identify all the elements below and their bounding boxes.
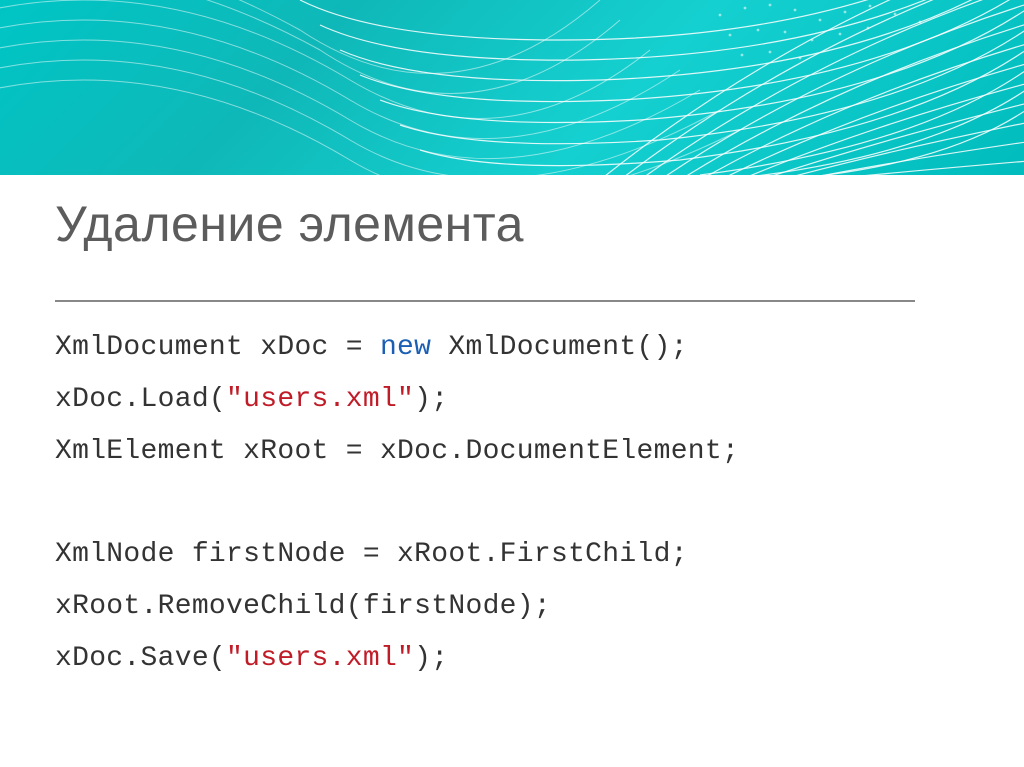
code-token: ); bbox=[414, 384, 448, 415]
code-token: XmlDocument(); bbox=[431, 332, 688, 363]
code-token: xDoc.Load( bbox=[55, 384, 226, 415]
decorative-banner bbox=[0, 0, 1024, 175]
code-token: xDoc.Save( bbox=[55, 643, 226, 674]
code-token: XmlDocument xDoc = bbox=[55, 332, 380, 363]
code-token: new bbox=[380, 332, 431, 363]
slide-title: Удаление элемента bbox=[55, 195, 524, 253]
code-token: XmlNode firstNode = xRoot.FirstChild; bbox=[55, 539, 688, 570]
swirl-pattern-icon bbox=[0, 0, 1024, 175]
code-token: xRoot.RemoveChild(firstNode); bbox=[55, 591, 551, 622]
code-snippet: XmlDocument xDoc = new XmlDocument(); xD… bbox=[55, 300, 915, 685]
code-token: XmlElement xRoot = xDoc.DocumentElement; bbox=[55, 436, 739, 467]
code-token: "users.xml" bbox=[226, 384, 414, 415]
code-token: "users.xml" bbox=[226, 643, 414, 674]
code-token: ); bbox=[414, 643, 448, 674]
